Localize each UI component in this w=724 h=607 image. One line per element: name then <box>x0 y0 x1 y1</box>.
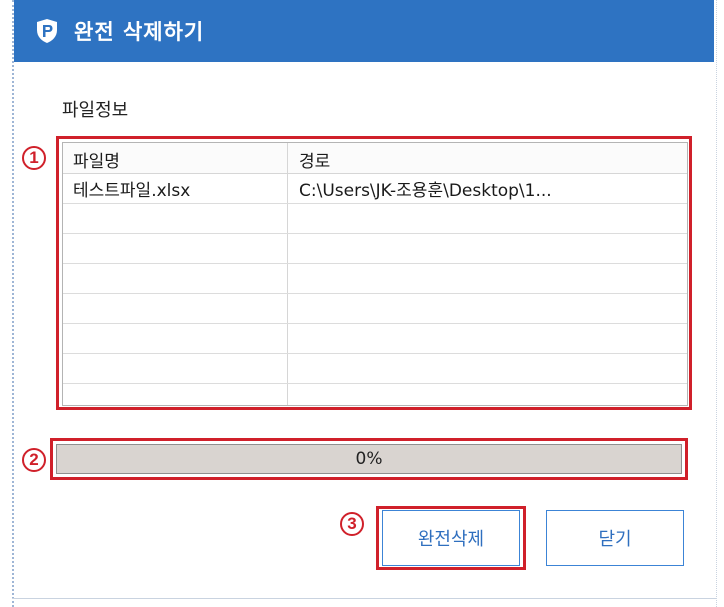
file-info-label: 파일정보 <box>62 100 129 121</box>
dialog-window: 완전 삭제하기 파일정보 1 파일명 경로 테스트파일.xlsx C:\User… <box>0 0 724 607</box>
progress-label: 0% <box>355 449 383 469</box>
bottom-border <box>12 598 716 599</box>
file-name-cell: 테스트파일.xlsx <box>73 181 191 201</box>
table-row[interactable]: 테스트파일.xlsx C:\Users\JK-조용훈\Desktop\1... <box>63 174 687 202</box>
row-divider <box>63 383 687 384</box>
right-border <box>716 0 717 607</box>
callout-3: 3 <box>340 512 364 536</box>
row-divider <box>63 263 687 264</box>
row-divider <box>63 293 687 294</box>
column-header-path[interactable]: 경로 <box>299 147 330 172</box>
column-header-filename[interactable]: 파일명 <box>73 147 120 172</box>
left-border <box>12 0 14 607</box>
file-list-header: 파일명 경로 <box>63 143 687 174</box>
callout-2: 2 <box>22 448 46 472</box>
file-path-cell: C:\Users\JK-조용훈\Desktop\1... <box>299 181 552 201</box>
callout-1: 1 <box>22 146 46 170</box>
window-title: 완전 삭제하기 <box>74 20 205 44</box>
row-divider <box>63 353 687 354</box>
wipe-button[interactable]: 완전삭제 <box>382 510 520 566</box>
row-divider <box>63 323 687 324</box>
shield-icon <box>34 18 60 44</box>
row-divider <box>63 233 687 234</box>
file-list[interactable]: 파일명 경로 테스트파일.xlsx C:\Users\JK-조용훈\Deskto… <box>62 142 688 406</box>
title-bar[interactable]: 완전 삭제하기 <box>14 0 714 62</box>
close-button[interactable]: 닫기 <box>546 510 684 566</box>
row-divider <box>63 203 687 204</box>
progress-bar: 0% <box>56 444 682 474</box>
